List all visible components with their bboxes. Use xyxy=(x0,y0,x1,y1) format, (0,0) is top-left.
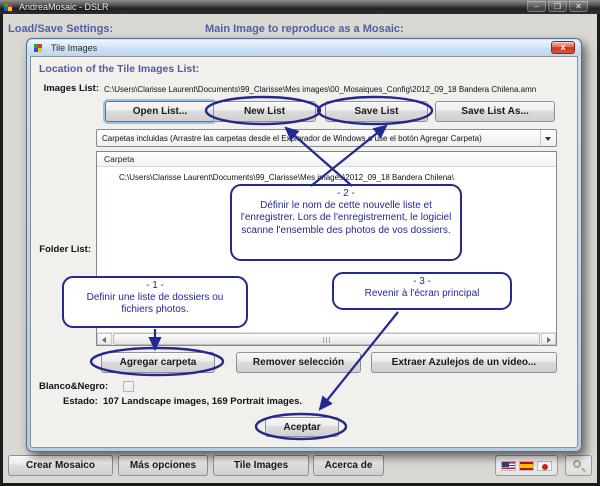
main-window-titlebar: AndreaMosaic - DSLR – ❒ ✕ xyxy=(0,0,600,14)
callout-3-number: - 3 - xyxy=(340,276,504,288)
carpeta-column-header: Carpeta xyxy=(97,152,556,167)
japan-flag-icon xyxy=(537,461,552,471)
callout-1: - 1 - Definir une liste de dossiers ou f… xyxy=(62,276,248,328)
search-button[interactable] xyxy=(565,455,592,476)
crear-mosaico-button[interactable]: Crear Mosaico xyxy=(8,455,113,476)
images-list-label: Images List: xyxy=(37,83,99,94)
blanco-negro-checkbox[interactable] xyxy=(123,381,134,392)
close-button[interactable]: ✕ xyxy=(569,1,588,12)
horizontal-scrollbar[interactable] xyxy=(97,332,556,345)
callout-2-text: Définir le nom de cette nouvelle liste e… xyxy=(238,200,454,237)
callout-1-number: - 1 - xyxy=(70,280,240,292)
open-list-button[interactable]: Open List... xyxy=(105,101,215,122)
callout-1-text: Definir une liste de dossiers ou fichier… xyxy=(70,292,240,316)
spain-flag-icon xyxy=(519,461,534,471)
scroll-left-button[interactable] xyxy=(97,333,112,345)
folder-list-row[interactable]: C:\Users\Clarisse Laurent\Documents\99_C… xyxy=(119,173,454,182)
callout-2-number: - 2 - xyxy=(238,188,454,200)
agregar-carpeta-button[interactable]: Agregar carpeta xyxy=(101,352,215,373)
scroll-right-icon xyxy=(547,337,551,343)
save-list-button[interactable]: Save List xyxy=(325,101,428,122)
dropdown-arrow-box[interactable] xyxy=(540,130,556,146)
maximize-button[interactable]: ❒ xyxy=(548,1,567,12)
folder-mode-dropdown[interactable]: Carpetas incluidas (Arrastre las carpeta… xyxy=(96,129,557,147)
andreamosaic-app-icon xyxy=(4,3,8,7)
dialog-mosaic-icon xyxy=(34,44,38,48)
dialog-titlebar: Tile Images xyxy=(28,40,580,56)
main-window-title: AndreaMosaic - DSLR xyxy=(19,2,109,12)
folder-mode-dropdown-value: Carpetas incluidas (Arrastre las carpeta… xyxy=(102,134,482,143)
new-list-button[interactable]: New List xyxy=(213,101,316,122)
acerca-de-button[interactable]: Acerca de xyxy=(313,455,384,476)
tile-images-button[interactable]: Tile Images xyxy=(213,455,309,476)
scroll-right-button[interactable] xyxy=(541,333,556,345)
aceptar-button[interactable]: Aceptar xyxy=(265,417,339,437)
screen: Load/Save Settings: Main Image to reprod… xyxy=(0,0,600,486)
mas-opciones-button[interactable]: Más opciones xyxy=(118,455,208,476)
scroll-left-icon xyxy=(102,337,106,343)
dialog-close-icon[interactable]: x xyxy=(551,41,575,54)
remover-seleccion-button[interactable]: Remover selección xyxy=(236,352,361,373)
search-icon xyxy=(573,460,581,468)
blanco-negro-label: Blanco&Negro: xyxy=(39,381,108,392)
images-list-path: C:\Users\Clarisse Laurent\Documents\99_C… xyxy=(104,85,536,94)
dialog-title: Tile Images xyxy=(51,43,97,53)
scrollbar-thumb[interactable] xyxy=(113,333,540,345)
folder-list-label: Folder List: xyxy=(31,244,91,255)
location-heading: Location of the Tile Images List: xyxy=(39,63,199,75)
main-image-heading: Main Image to reproduce as a Mosaic: xyxy=(205,23,404,35)
us-flag-icon xyxy=(501,461,516,471)
estado-value: 107 Landscape images, 169 Portrait image… xyxy=(103,396,302,407)
chevron-down-icon xyxy=(545,137,551,141)
callout-2: - 2 - Définir le nom de cette nouvelle l… xyxy=(230,184,462,261)
language-flags-button[interactable] xyxy=(495,455,558,476)
extraer-azulejos-button[interactable]: Extraer Azulejos de un video... xyxy=(371,352,557,373)
callout-3: - 3 - Revenir à l'écran principal xyxy=(332,272,512,310)
minimize-button[interactable]: – xyxy=(527,1,546,12)
save-list-as-button[interactable]: Save List As... xyxy=(435,101,555,122)
scrollbar-grip-icon xyxy=(323,337,332,343)
load-save-settings-heading: Load/Save Settings: xyxy=(8,23,113,35)
callout-3-text: Revenir à l'écran principal xyxy=(340,288,504,300)
estado-label: Estado: xyxy=(63,396,98,407)
